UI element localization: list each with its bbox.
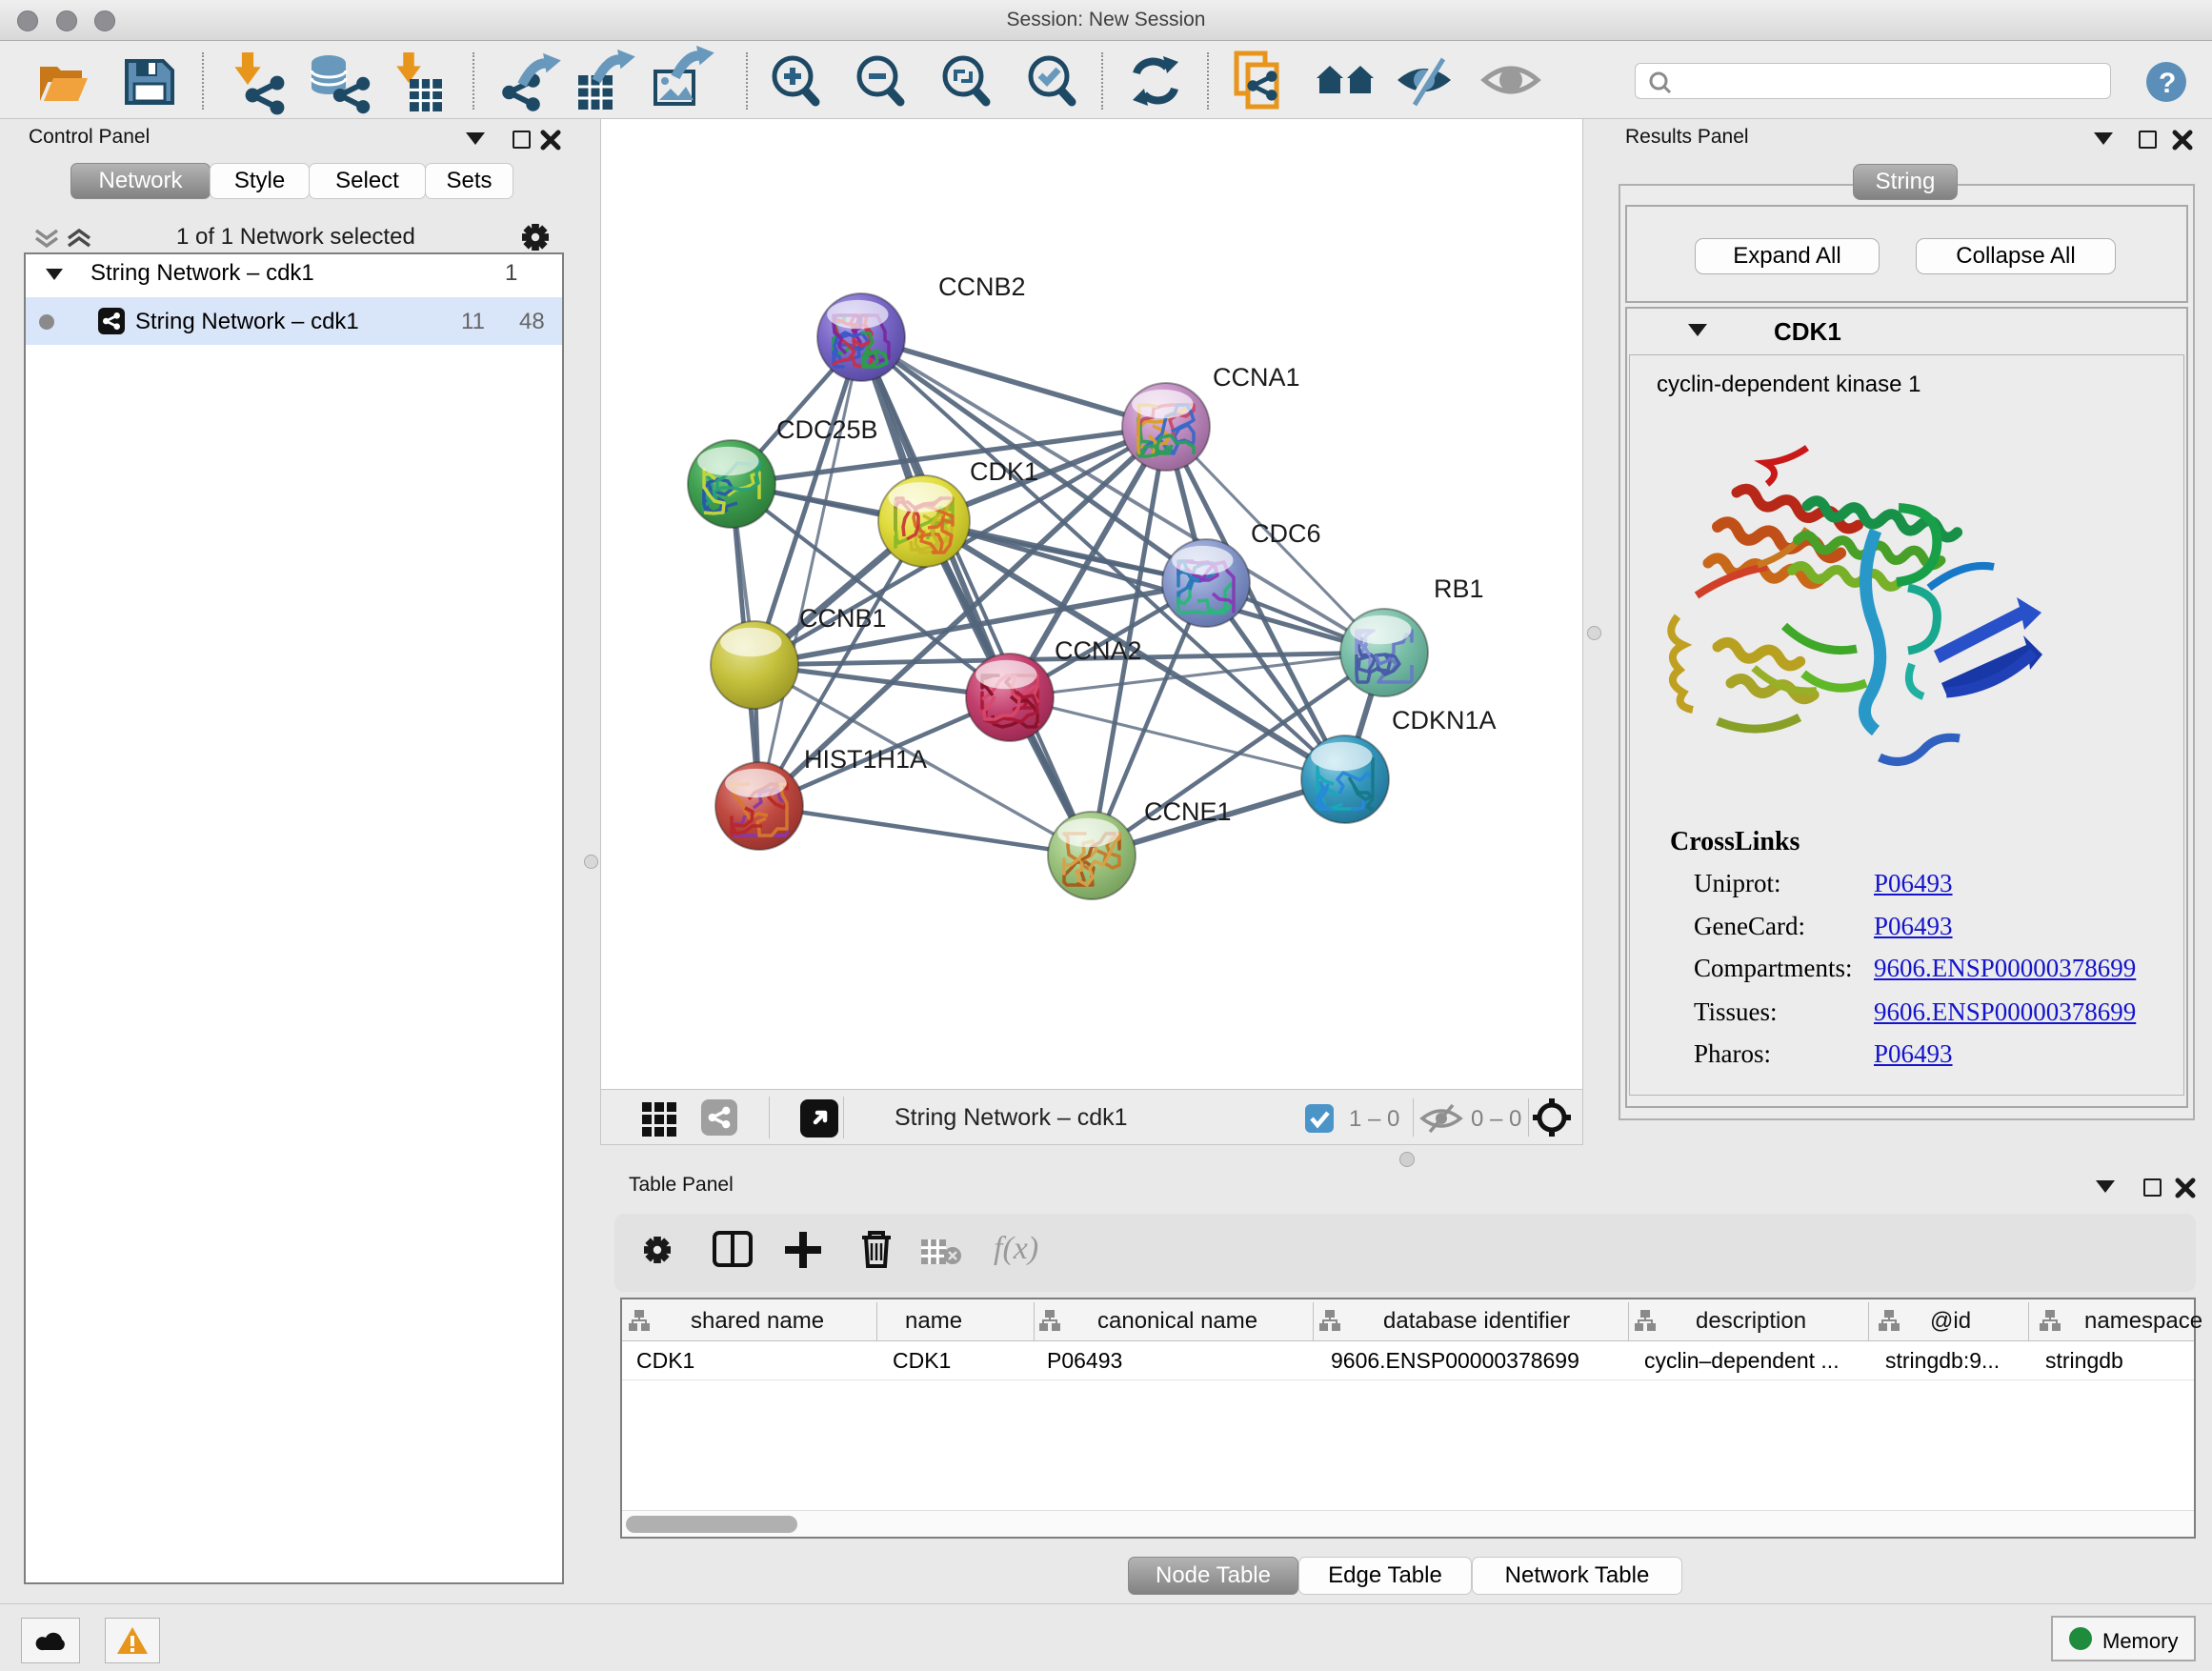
svg-text:CCNA1: CCNA1 [1213,363,1300,392]
svg-text:CDC25B: CDC25B [776,415,878,444]
svg-text:HIST1H1A: HIST1H1A [804,745,927,774]
svg-text:CDKN1A: CDKN1A [1392,706,1497,735]
svg-text:CCNB2: CCNB2 [938,272,1026,301]
svg-text:CCNA2: CCNA2 [1055,636,1142,665]
svg-text:CCNB1: CCNB1 [799,604,887,633]
svg-text:RB1: RB1 [1434,574,1484,603]
svg-text:CDC6: CDC6 [1251,519,1321,548]
svg-text:CDK1: CDK1 [970,457,1038,486]
svg-text:CCNE1: CCNE1 [1144,797,1232,826]
